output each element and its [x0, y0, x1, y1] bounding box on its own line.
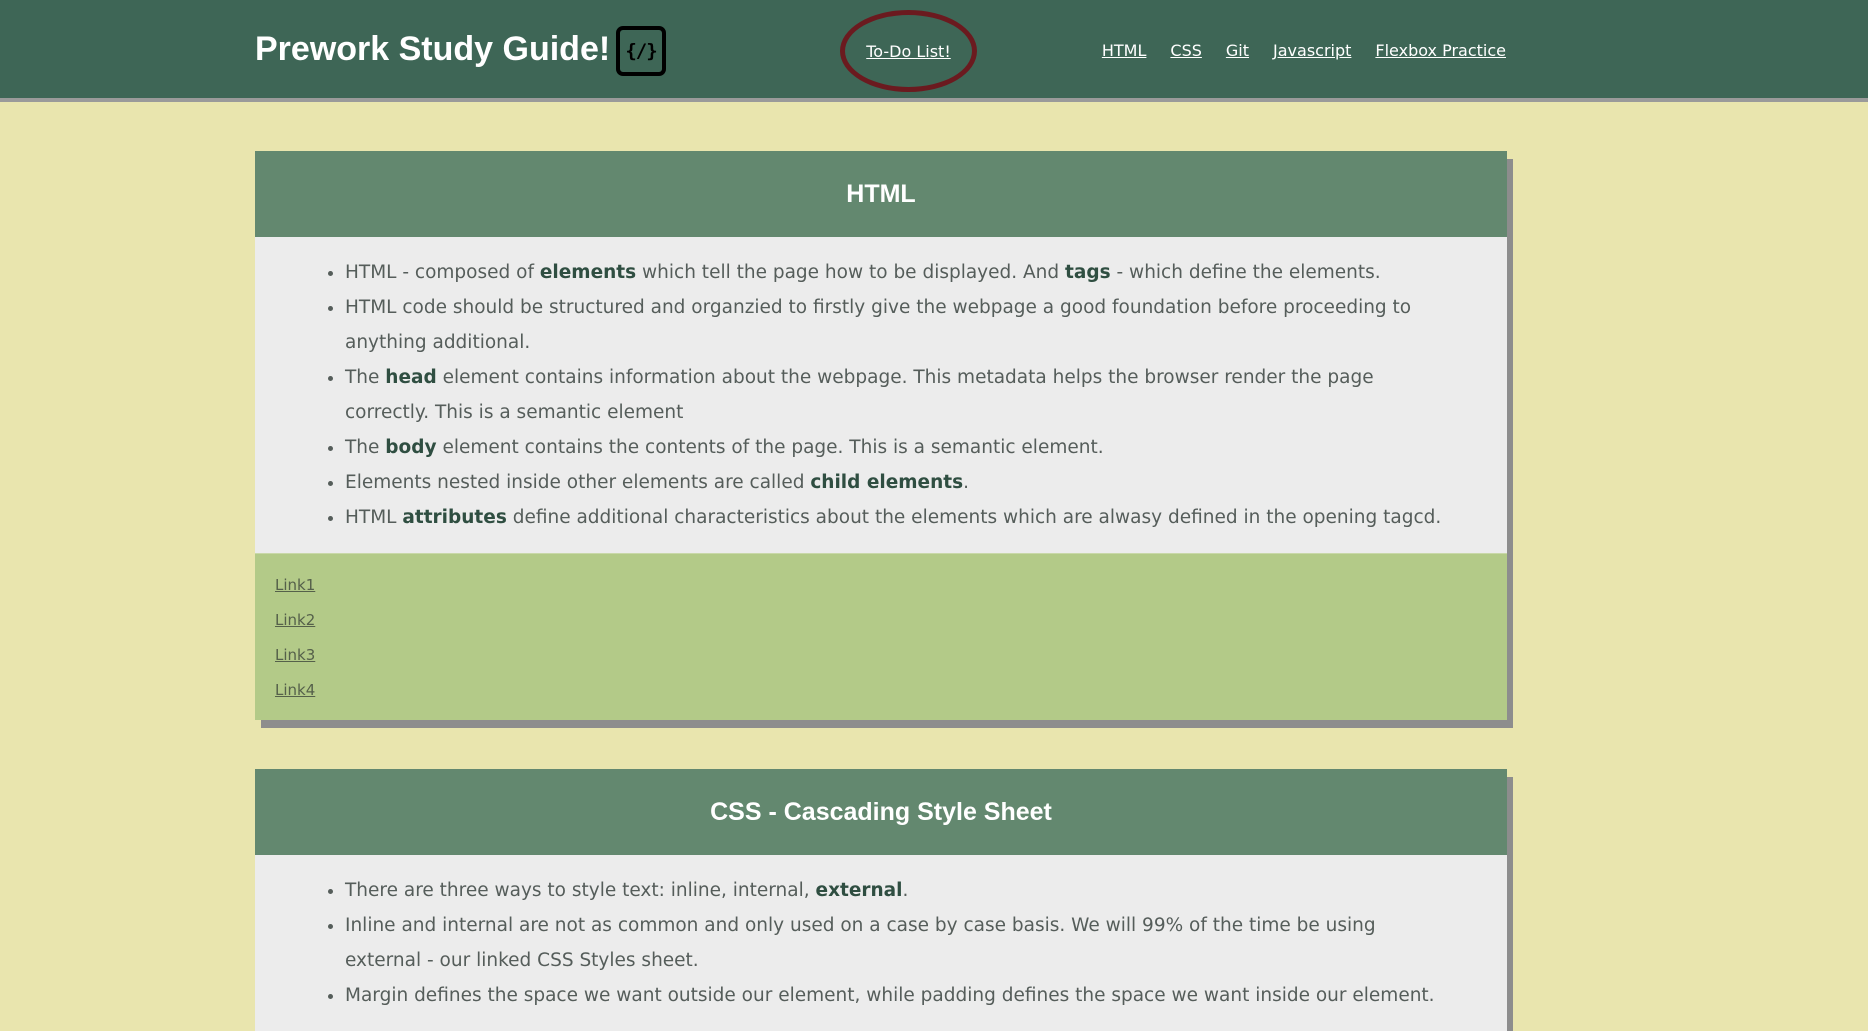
- notes-list: There are three ways to style text: inli…: [345, 873, 1447, 1013]
- section-body: HTML - composed of elements which tell t…: [255, 237, 1507, 553]
- nav-link-flexbox-practice[interactable]: Flexbox Practice: [1375, 41, 1506, 60]
- note-text: element contains the contents of the pag…: [436, 437, 1104, 458]
- note-item: The body element contains the contents o…: [345, 430, 1447, 465]
- main-nav: HTML CSS Git Javascript Flexbox Practice: [1102, 41, 1506, 60]
- site-header: Prework Study Guide! {/} To-Do List! HTM…: [0, 0, 1868, 102]
- note-item: The head element contains information ab…: [345, 360, 1447, 430]
- todo-highlight-circle: To-Do List!: [840, 10, 977, 92]
- note-text: element contains information about the w…: [345, 367, 1374, 423]
- note-text: define additional characteristics about …: [506, 507, 1442, 528]
- note-item: HTML attributes define additional charac…: [345, 500, 1447, 535]
- keyword-text: attributes: [402, 507, 507, 528]
- note-item: Elements nested inside other elements ar…: [345, 465, 1447, 500]
- keyword-text: tags: [1065, 262, 1111, 283]
- section-links: Link1 Link2 Link3 Link4: [255, 553, 1507, 720]
- note-text: Margin defines the space we want outside…: [345, 985, 1435, 1006]
- nav-link-html[interactable]: HTML: [1102, 41, 1147, 60]
- note-text: Inline and internal are not as common an…: [345, 915, 1376, 971]
- html-section-card: HTML HTML - composed of elements which t…: [255, 151, 1507, 720]
- footer-link-2[interactable]: Link2: [275, 603, 1487, 638]
- section-title: HTML: [255, 151, 1507, 237]
- notes-list: HTML - composed of elements which tell t…: [345, 255, 1447, 535]
- footer-link-4[interactable]: Link4: [275, 673, 1487, 708]
- site-title: Prework Study Guide!: [255, 30, 611, 68]
- keyword-text: elements: [539, 262, 637, 283]
- note-text: .: [902, 880, 909, 901]
- keyword-text: external: [815, 880, 903, 901]
- note-text: The: [345, 437, 386, 458]
- note-text: There are three ways to style text: inli…: [345, 880, 816, 901]
- note-item: HTML code should be structured and organ…: [345, 290, 1447, 360]
- section-body: There are three ways to style text: inli…: [255, 855, 1507, 1031]
- nav-link-javascript[interactable]: Javascript: [1273, 41, 1351, 60]
- note-text: HTML: [345, 507, 403, 528]
- note-text: HTML - composed of: [345, 262, 540, 283]
- note-text: HTML code should be structured and organ…: [345, 297, 1412, 353]
- note-item: There are three ways to style text: inli…: [345, 873, 1447, 908]
- note-text: Elements nested inside other elements ar…: [345, 472, 811, 493]
- note-text: .: [963, 472, 970, 493]
- css-section-card: CSS - Cascading Style Sheet There are th…: [255, 769, 1507, 1031]
- nav-link-git[interactable]: Git: [1226, 41, 1249, 60]
- note-item: Margin defines the space we want outside…: [345, 978, 1447, 1013]
- note-text: which tell the page how to be displayed.…: [636, 262, 1066, 283]
- nav-link-css[interactable]: CSS: [1170, 41, 1201, 60]
- footer-link-3[interactable]: Link3: [275, 638, 1487, 673]
- note-item: Inline and internal are not as common an…: [345, 908, 1447, 978]
- section-title: CSS - Cascading Style Sheet: [255, 769, 1507, 855]
- keyword-text: body: [385, 437, 437, 458]
- keyword-text: head: [385, 367, 437, 388]
- note-text: The: [345, 367, 386, 388]
- keyword-text: child elements: [810, 472, 964, 493]
- todo-list-link[interactable]: To-Do List!: [866, 42, 951, 61]
- note-text: - which define the elements.: [1110, 262, 1381, 283]
- code-logo-icon: {/}: [616, 26, 666, 76]
- footer-link-1[interactable]: Link1: [275, 568, 1487, 603]
- note-item: HTML - composed of elements which tell t…: [345, 255, 1447, 290]
